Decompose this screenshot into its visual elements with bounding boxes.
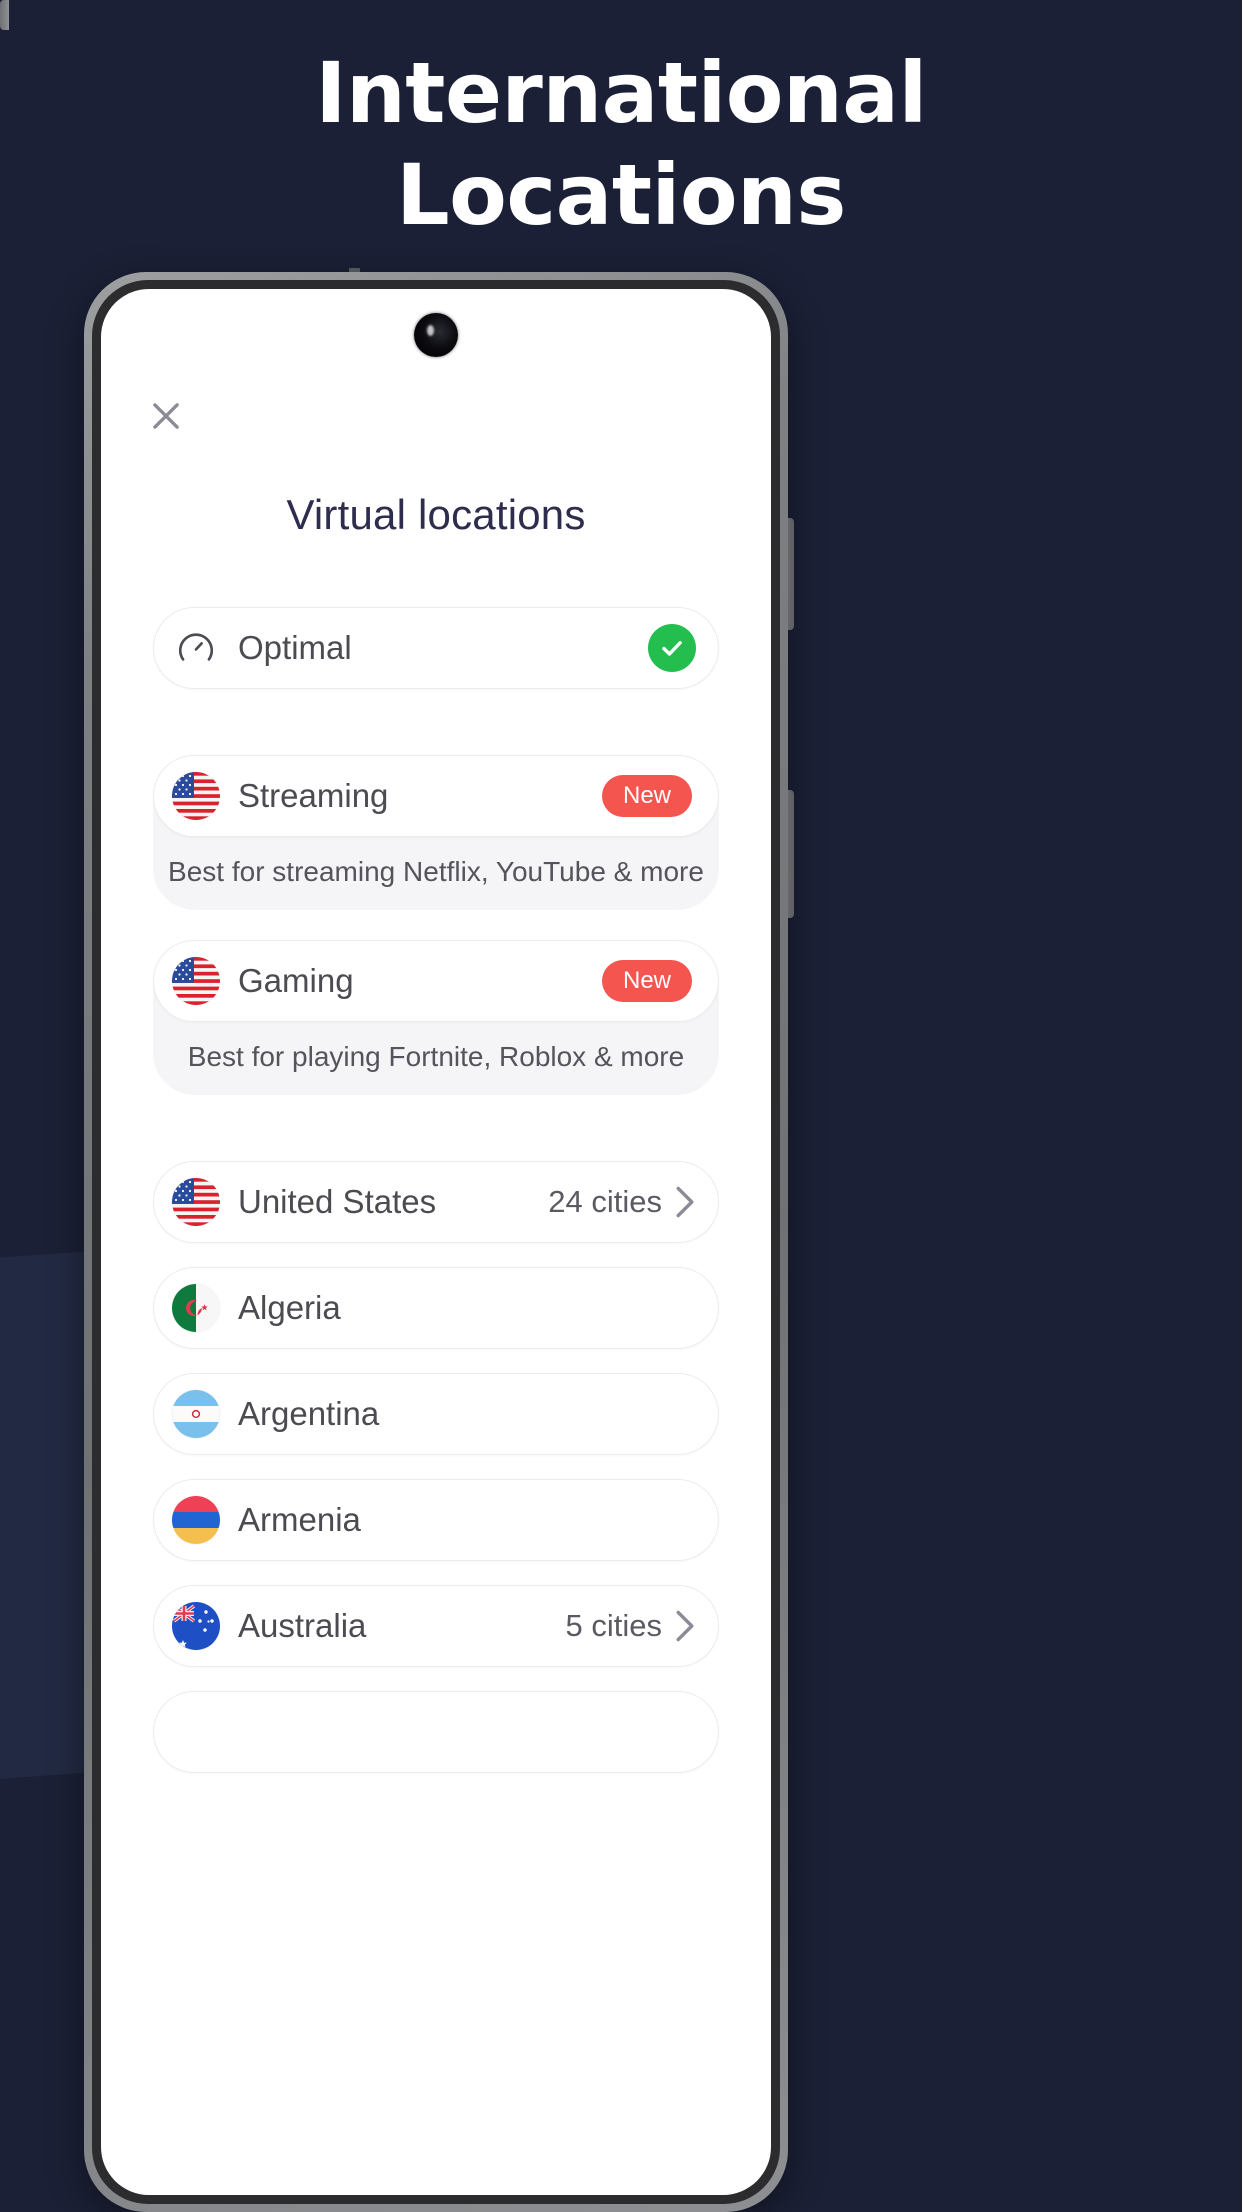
page-headline: International Locations xyxy=(0,42,1242,247)
headline-line-1: International xyxy=(315,44,927,142)
country-label: Australia xyxy=(238,1607,367,1644)
optimal-row[interactable]: Optimal xyxy=(153,607,719,689)
gaming-card[interactable]: Gaming New Best for playing Fortnite, Ro… xyxy=(153,940,719,1095)
streaming-subtitle: Best for streaming Netflix, YouTube & mo… xyxy=(168,856,704,887)
streaming-card[interactable]: Streaming New Best for streaming Netflix… xyxy=(153,755,719,910)
country-label: Armenia xyxy=(238,1501,361,1538)
city-count: 5 cities xyxy=(565,1608,662,1643)
new-badge: New xyxy=(601,775,692,817)
phone-left-button[interactable] xyxy=(0,0,9,30)
country-row-australia[interactable]: Australia 5 cities xyxy=(153,1585,719,1667)
new-badge: New xyxy=(601,960,692,1002)
country-row-next-partial[interactable] xyxy=(153,1691,719,1773)
us-flag xyxy=(172,957,220,1005)
phone-frame: Virtual locations Optimal Streaming New … xyxy=(84,272,788,2212)
gaming-label: Gaming xyxy=(238,962,354,999)
vpn-locations-app: Virtual locations Optimal Streaming New … xyxy=(101,289,771,2195)
locations-list: Optimal Streaming New Best for streaming… xyxy=(153,607,719,1773)
headline-line-2: Locations xyxy=(396,146,846,245)
us-flag xyxy=(172,772,220,820)
country-row-argentina[interactable]: Argentina xyxy=(153,1373,719,1455)
phone-screen: Virtual locations Optimal Streaming New … xyxy=(101,289,771,2195)
optimal-label: Optimal xyxy=(238,629,352,666)
close-button[interactable] xyxy=(139,389,193,443)
country-row-united-states[interactable]: United States 24 cities xyxy=(153,1161,719,1243)
country-label: United States xyxy=(238,1183,437,1220)
close-icon xyxy=(153,403,179,429)
streaming-label: Streaming xyxy=(238,777,389,814)
gaming-subtitle: Best for playing Fortnite, Roblox & more xyxy=(187,1041,685,1072)
check-circle-icon xyxy=(648,624,696,672)
country-label: Argentina xyxy=(238,1395,380,1432)
page-title: Virtual locations xyxy=(286,491,586,538)
city-count: 24 cities xyxy=(548,1184,662,1219)
algeria-flag xyxy=(172,1284,220,1332)
phone-bezel: Virtual locations Optimal Streaming New … xyxy=(92,280,780,2204)
chevron-right-icon xyxy=(674,1609,696,1643)
argentina-flag xyxy=(172,1390,220,1438)
armenia-flag xyxy=(172,1496,220,1544)
chevron-right-icon xyxy=(674,1185,696,1219)
country-label: Algeria xyxy=(238,1289,341,1326)
us-flag xyxy=(172,1178,220,1226)
gaming-row[interactable]: Gaming New xyxy=(153,940,719,1022)
australia-flag xyxy=(172,1602,220,1650)
speedometer-icon xyxy=(172,627,220,669)
streaming-row[interactable]: Streaming New xyxy=(153,755,719,837)
country-row-algeria[interactable]: Algeria xyxy=(153,1267,719,1349)
country-row-armenia[interactable]: Armenia xyxy=(153,1479,719,1561)
